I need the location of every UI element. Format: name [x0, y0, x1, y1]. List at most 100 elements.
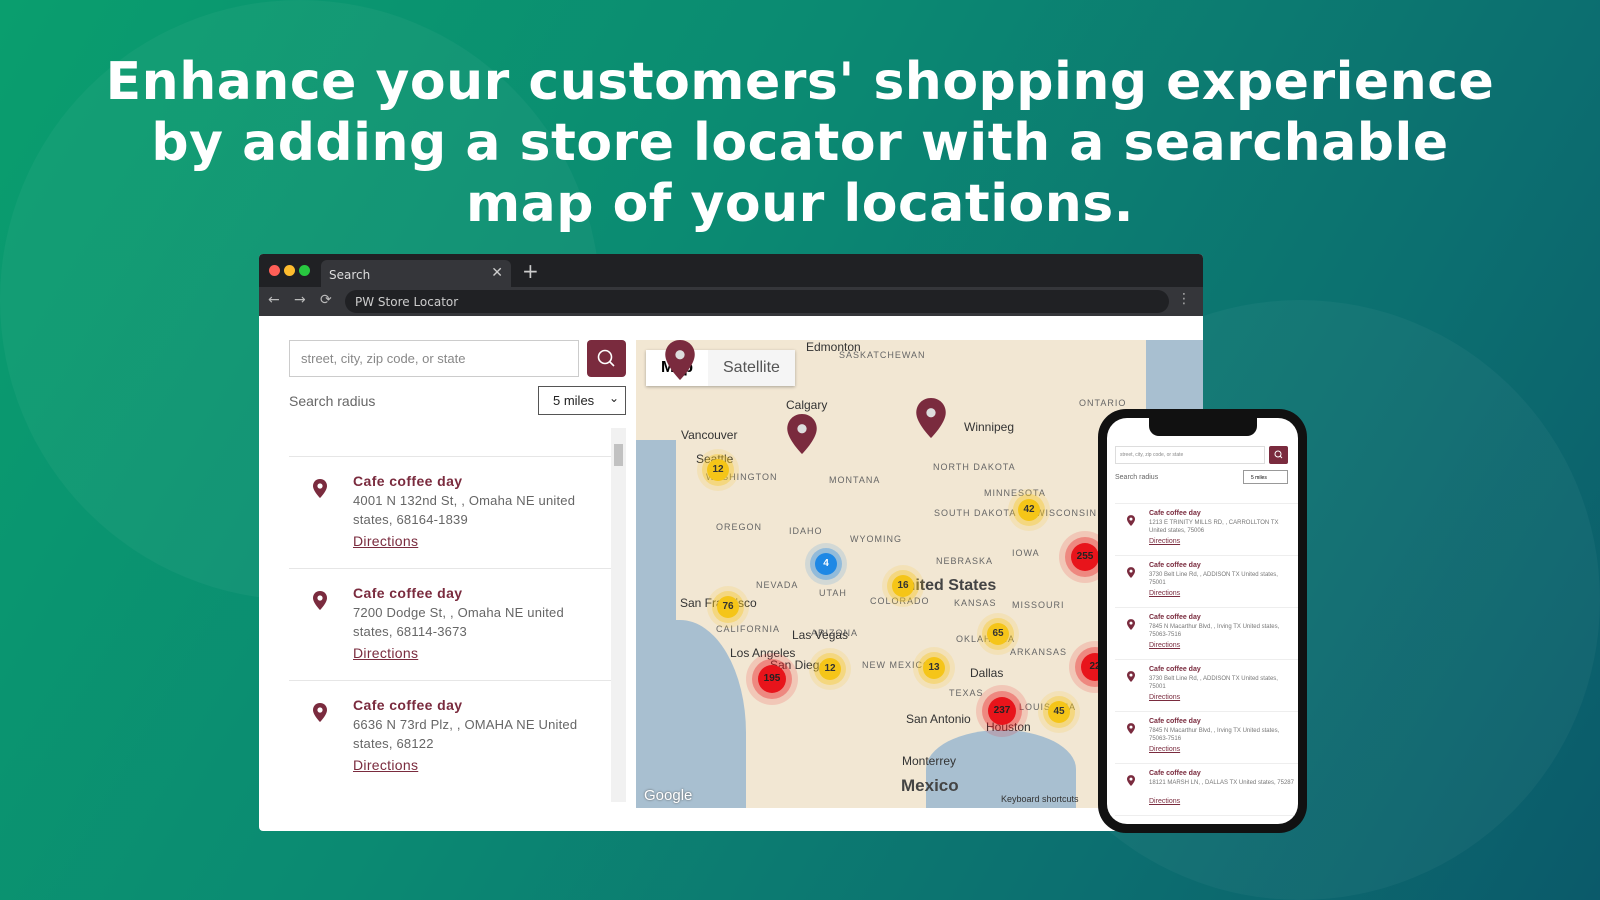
phone-store-list: Cafe coffee day 1213 E TRINITY MILLS RD,…	[1115, 503, 1298, 816]
map-region-label: ARKANSAS	[1010, 647, 1068, 657]
phone-screen: street, city, zip code, or state Search …	[1107, 418, 1298, 824]
store-address: 3730 Belt Line Rd, , ADDISON TX United s…	[1149, 572, 1278, 586]
search-input[interactable]: street, city, zip code, or state	[289, 340, 579, 377]
map-cluster-marker[interactable]: 45	[1048, 701, 1070, 723]
location-pin-icon	[1127, 723, 1135, 734]
phone-notch	[1149, 418, 1257, 436]
directions-link[interactable]: Directions	[353, 533, 418, 549]
store-address: 7200 Dodge St, , Omaha NE united states,…	[353, 605, 564, 639]
list-item: Cafe coffee day 18121 MARSH LN, , DALLAS…	[1115, 764, 1298, 816]
list-scrollbar[interactable]	[611, 428, 626, 802]
map-pin-icon[interactable]	[786, 414, 818, 454]
map-region-label: MONTANA	[829, 475, 881, 485]
list-item: Cafe coffee day 7200 Dodge St, , Omaha N…	[289, 569, 611, 681]
location-pin-icon	[1127, 671, 1135, 682]
phone-search-button[interactable]	[1269, 446, 1288, 464]
location-pin-icon	[1127, 619, 1135, 630]
list-item: Cafe coffee day 3730 Belt Line Rd, , ADD…	[1115, 660, 1298, 712]
map-city-label: Calgary	[786, 398, 828, 412]
search-button[interactable]	[587, 340, 626, 377]
search-icon	[1274, 450, 1283, 459]
store-address: 3730 Belt Line Rd, , ADDISON TX United s…	[1149, 676, 1278, 690]
scrollbar-thumb[interactable]	[614, 444, 623, 466]
store-name: Cafe coffee day	[1149, 666, 1201, 673]
store-address: 18121 MARSH LN, , DALLAS TX United state…	[1149, 780, 1294, 786]
directions-link[interactable]: Directions	[1149, 694, 1180, 701]
map-cluster-marker[interactable]: 12	[819, 658, 841, 680]
directions-link[interactable]: Directions	[353, 645, 418, 661]
reload-icon[interactable]: ⟳	[320, 292, 332, 308]
map-cluster-marker[interactable]: 65	[987, 623, 1009, 645]
map-region-label: IDAHO	[789, 526, 823, 536]
menu-icon[interactable]: ⋮	[1177, 291, 1191, 307]
phone-radius-label: Search radius	[1115, 474, 1159, 481]
list-item: Cafe coffee day 7845 N Macarthur Blvd, ,…	[1115, 608, 1298, 660]
directions-link[interactable]: Directions	[1149, 538, 1180, 545]
map-region-label: OREGON	[716, 522, 763, 532]
map-cluster-marker[interactable]: 237	[988, 697, 1016, 725]
store-name: Cafe coffee day	[1149, 510, 1201, 517]
keyboard-shortcuts-link[interactable]: Keyboard shortcuts	[1001, 794, 1079, 804]
location-pin-icon	[313, 703, 327, 722]
map-region-label: TEXAS	[949, 688, 984, 698]
close-tab-icon[interactable]: ✕	[491, 265, 503, 281]
map-cluster-marker[interactable]: 255	[1071, 543, 1099, 571]
directions-link[interactable]: Directions	[1149, 798, 1180, 805]
address-bar[interactable]: PW Store Locator	[345, 290, 1169, 313]
store-name: Cafe coffee day	[353, 697, 463, 713]
map-cluster-marker[interactable]: 42	[1018, 499, 1040, 521]
map-cluster-marker[interactable]: 16	[892, 575, 914, 597]
map-cluster-marker[interactable]: 12	[707, 459, 729, 481]
browser-window: Search ✕ + ← → ⟳ PW Store Locator ⋮ stree…	[259, 254, 1203, 831]
store-address: 7845 N Macarthur Blvd, , Irving TX Unite…	[1149, 624, 1280, 638]
store-address: 4001 N 132nd St, , Omaha NE united state…	[353, 493, 576, 527]
tab-bar: Search ✕ +	[259, 254, 1203, 287]
map-city-label: Dallas	[970, 666, 1004, 680]
radius-value: 5 miles	[553, 393, 595, 408]
minimize-window-button[interactable]	[284, 265, 295, 276]
map-region-label: NEVADA	[756, 580, 799, 590]
close-window-button[interactable]	[269, 265, 280, 276]
map-pin-icon[interactable]	[915, 398, 947, 438]
map-cluster-marker[interactable]: 76	[717, 596, 739, 618]
store-list: Cafe coffee day 4001 N 132nd St, , Omaha…	[289, 456, 611, 792]
store-name: Cafe coffee day	[1149, 770, 1201, 777]
new-tab-icon[interactable]: +	[522, 259, 539, 283]
maximize-window-button[interactable]	[299, 265, 310, 276]
back-icon[interactable]: ←	[268, 292, 280, 308]
map-region-label: NORTH DAKOTA	[933, 462, 1016, 472]
map-type-satellite-button[interactable]: Satellite	[708, 350, 795, 386]
store-name: Cafe coffee day	[1149, 718, 1201, 725]
map-country-label: Mexico	[901, 776, 959, 795]
forward-icon[interactable]: →	[294, 292, 306, 308]
directions-link[interactable]: Directions	[1149, 642, 1180, 649]
map-city-label: Monterrey	[902, 754, 957, 768]
list-item: Cafe coffee day 4001 N 132nd St, , Omaha…	[289, 457, 611, 569]
map-region-label: CALIFORNIA	[716, 624, 781, 634]
store-address: 6636 N 73rd Plz, , OMAHA NE United state…	[353, 717, 578, 751]
directions-link[interactable]: Directions	[353, 757, 418, 773]
tab-search[interactable]: Search ✕	[321, 260, 511, 287]
directions-link[interactable]: Directions	[1149, 746, 1180, 753]
map-cluster-marker[interactable]: 13	[923, 657, 945, 679]
location-pin-icon	[1127, 775, 1135, 786]
search-radius-label: Search radius	[289, 393, 376, 409]
phone-mockup: street, city, zip code, or state Search …	[1098, 409, 1307, 833]
store-name: Cafe coffee day	[353, 473, 463, 489]
lake	[1146, 340, 1203, 420]
map-cluster-marker[interactable]: 195	[758, 665, 786, 693]
directions-link[interactable]: Directions	[1149, 590, 1180, 597]
location-pin-icon	[313, 479, 327, 498]
list-item: Cafe coffee day 6636 N 73rd Plz, , OMAHA…	[289, 681, 611, 792]
search-radius-select[interactable]: 5 miles ⌄	[538, 386, 626, 415]
map-region-label: COLORADO	[870, 596, 930, 606]
map-region-label: NEW MEXICO	[862, 660, 932, 670]
map-cluster-marker[interactable]: 4	[815, 553, 837, 575]
store-name: Cafe coffee day	[1149, 562, 1201, 569]
phone-radius-select[interactable]: 5 miles	[1243, 470, 1288, 484]
map-region-label: MINNESOTA	[984, 488, 1046, 498]
map-region-label: KANSAS	[954, 598, 997, 608]
map-pin-icon[interactable]	[664, 340, 696, 380]
location-pin-icon	[313, 591, 327, 610]
phone-search-input[interactable]: street, city, zip code, or state	[1115, 446, 1265, 464]
